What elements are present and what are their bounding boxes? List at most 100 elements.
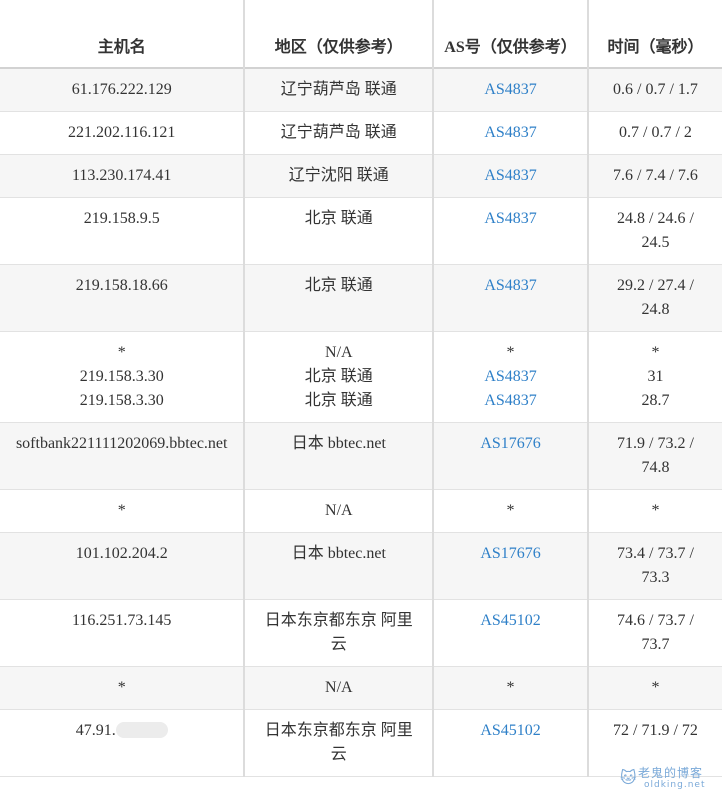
- table-row: 47.91. 日本东京都东京 阿里云 AS45102 72 / 71.9 / 72: [0, 709, 722, 777]
- cell-host: 101.102.204.2: [0, 532, 246, 600]
- time-text: *: [651, 502, 660, 519]
- host-text: *: [117, 679, 126, 696]
- time-text: 24.8: [641, 301, 670, 318]
- as-link[interactable]: AS17676: [436, 542, 585, 566]
- table-row: 219.158.9.5 北京 联通 AS4837 24.8 / 24.6 / 24.5: [0, 197, 722, 265]
- as-link[interactable]: AS45102: [436, 719, 585, 743]
- cell-region: N/A: [244, 489, 435, 533]
- table-row: * N/A * *: [0, 489, 722, 533]
- cell-region: 日本 bbtec.net: [244, 422, 435, 490]
- region-text: 北京 联通: [304, 210, 373, 227]
- cell-as: *: [433, 489, 589, 533]
- redacted-address-blur: [115, 722, 168, 738]
- cell-region: 辽宁葫芦岛 联通: [244, 68, 435, 112]
- region-text: 日本东京都东京 阿里: [264, 722, 413, 739]
- region-text: N/A: [325, 502, 353, 519]
- as-link[interactable]: AS17676: [436, 432, 585, 456]
- table-row: 113.230.174.41 辽宁沈阳 联通 AS4837 7.6 / 7.4 / 7…: [0, 154, 722, 198]
- host-text: 219.158.18.66: [75, 277, 168, 294]
- cell-host: 116.251.73.145: [0, 599, 246, 667]
- host-text: 219.158.3.30: [79, 368, 164, 385]
- cell-time: * 31 28.7: [587, 331, 722, 423]
- as-link[interactable]: AS45102: [436, 609, 585, 633]
- cell-time: 74.6 / 73.7 / 73.7: [587, 599, 722, 667]
- as-link[interactable]: AS4837: [436, 389, 585, 413]
- time-text: 28.7: [641, 392, 670, 409]
- cell-as: AS45102: [433, 709, 589, 777]
- cell-region: 北京 联通: [244, 197, 435, 265]
- watermark-subtitle: oldking.net: [644, 780, 706, 790]
- traceroute-table: 主机名 地区（仅供参考） AS号（仅供参考） 时间（毫秒） 61.176.222…: [0, 0, 722, 777]
- as-link[interactable]: AS4837: [436, 78, 585, 102]
- table-row: 61.176.222.129 辽宁葫芦岛 联通 AS4837 0.6 / 0.7 / …: [0, 68, 722, 112]
- time-text: 24.5: [641, 234, 670, 251]
- as-text: *: [506, 502, 515, 519]
- header-as: AS号（仅供参考）: [433, 0, 589, 69]
- table-row: * N/A * *: [0, 666, 722, 710]
- as-link[interactable]: AS4837: [436, 164, 585, 188]
- region-text: 北京 联通: [304, 368, 373, 385]
- region-text: 云: [330, 746, 347, 763]
- cell-time: 0.6 / 0.7 / 1.7: [587, 68, 722, 112]
- host-text: 101.102.204.2: [75, 545, 168, 562]
- cell-as: AS4837: [433, 264, 589, 332]
- region-text: 云: [330, 636, 347, 653]
- region-text: N/A: [325, 679, 353, 696]
- region-text: 日本 bbtec.net: [291, 435, 386, 452]
- cell-region: N/A: [244, 666, 435, 710]
- region-text: 日本东京都东京 阿里: [264, 612, 413, 629]
- host-text: 219.158.9.5: [83, 210, 160, 227]
- table-row: 219.158.18.66 北京 联通 AS4837 29.2 / 27.4 / 24.…: [0, 264, 722, 332]
- table-header-row: 主机名 地区（仅供参考） AS号（仅供参考） 时间（毫秒）: [0, 0, 722, 69]
- host-text: 221.202.116.121: [68, 124, 176, 141]
- cell-time: 29.2 / 27.4 / 24.8: [587, 264, 722, 332]
- host-text: softbank221111202069.bbtec.net: [15, 435, 228, 452]
- time-text: 73.3: [641, 569, 670, 586]
- cell-host: 61.176.222.129: [0, 68, 246, 112]
- cell-as: * AS4837 AS4837: [433, 331, 589, 423]
- cell-region: 辽宁沈阳 联通: [244, 154, 435, 198]
- time-text: 0.7 / 0.7 / 2: [619, 124, 692, 141]
- cell-host: 219.158.18.66: [0, 264, 246, 332]
- time-text: 73.4 / 73.7 /: [617, 545, 694, 562]
- table-row: softbank221111202069.bbtec.net 日本 bbtec.n…: [0, 422, 722, 490]
- cell-time: *: [587, 666, 722, 710]
- as-link[interactable]: AS4837: [436, 207, 585, 231]
- cat-logo-icon: 🐱: [620, 768, 637, 787]
- cell-host: *: [0, 666, 246, 710]
- time-text: *: [651, 344, 660, 361]
- time-text: 0.6 / 0.7 / 1.7: [613, 81, 698, 98]
- as-text: *: [506, 344, 515, 361]
- cell-as: AS4837: [433, 154, 589, 198]
- cell-region: 辽宁葫芦岛 联通: [244, 111, 435, 155]
- table-body: 61.176.222.129 辽宁葫芦岛 联通 AS4837 0.6 / 0.7 / …: [0, 68, 722, 777]
- cell-time: 71.9 / 73.2 / 74.8: [587, 422, 722, 490]
- cell-region: 日本东京都东京 阿里云: [244, 599, 435, 667]
- time-text: 72 / 71.9 / 72: [613, 722, 698, 739]
- cell-region: 日本 bbtec.net: [244, 532, 435, 600]
- as-link[interactable]: AS4837: [436, 121, 585, 145]
- cell-time: 7.6 / 7.4 / 7.6: [587, 154, 722, 198]
- time-text: 74.6 / 73.7 /: [617, 612, 694, 629]
- cell-host: *: [0, 489, 246, 533]
- blog-watermark: 🐱 老鬼的博客 oldking.net: [620, 764, 715, 794]
- host-text: 47.91.: [75, 722, 116, 739]
- time-text: *: [651, 679, 660, 696]
- cell-host: 47.91.: [0, 709, 246, 777]
- cell-time: 73.4 / 73.7 / 73.3: [587, 532, 722, 600]
- region-text: 辽宁沈阳 联通: [288, 167, 389, 184]
- host-text: 61.176.222.129: [71, 81, 172, 98]
- cell-host: softbank221111202069.bbtec.net: [0, 422, 246, 490]
- host-text: 116.251.73.145: [72, 612, 172, 629]
- time-text: 71.9 / 73.2 /: [617, 435, 694, 452]
- as-link[interactable]: AS4837: [436, 365, 585, 389]
- as-link[interactable]: AS4837: [436, 274, 585, 298]
- time-text: 73.7: [641, 636, 670, 653]
- cell-time: *: [587, 489, 722, 533]
- cell-as: *: [433, 666, 589, 710]
- cell-as: AS17676: [433, 422, 589, 490]
- time-text: 31: [647, 368, 664, 385]
- time-text: 7.6 / 7.4 / 7.6: [613, 167, 698, 184]
- table-row: * 219.158.3.30 219.158.3.30 N/A 北京 联通 北京 联通 * A…: [0, 331, 722, 423]
- host-text: 113.230.174.41: [72, 167, 172, 184]
